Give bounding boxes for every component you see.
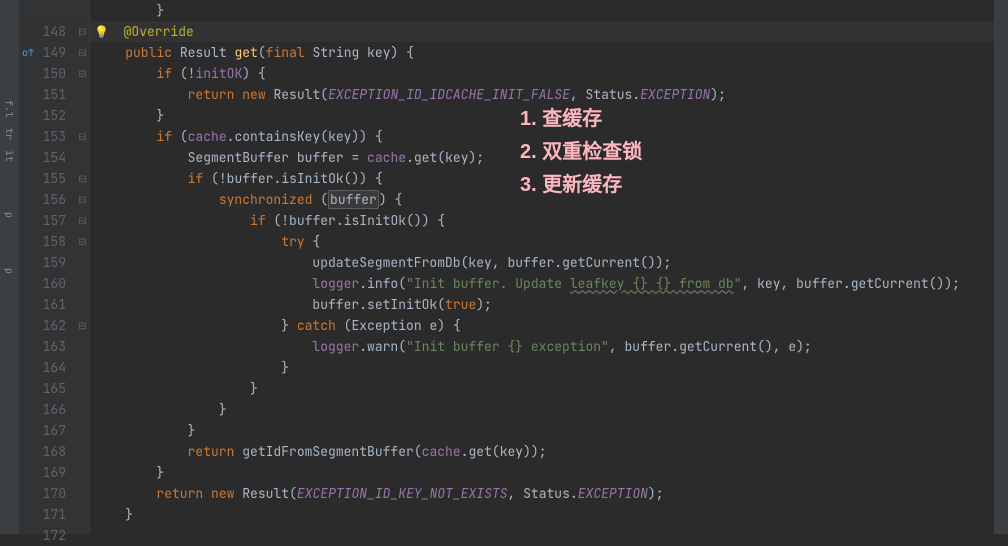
fold-toggle-icon[interactable]: ⊟ [76,168,89,189]
line-number: 163 [20,336,76,357]
fold-toggle-icon[interactable]: ⊟ [76,63,89,84]
code-line[interactable]: } [90,0,994,21]
line-number: 171 [20,504,76,525]
line-number: 152 [20,105,76,126]
code-line[interactable]: buffer.setInitOk(true); [90,294,994,315]
code-line[interactable]: } [90,378,994,399]
line-number: 161 [20,294,76,315]
fold-toggle-icon[interactable]: ⊟ [76,126,89,147]
line-number: 148 [20,21,76,42]
line-number: 172 [20,525,76,546]
line-number: 166 [20,399,76,420]
code-line[interactable]: return new Result(EXCEPTION_ID_IDCACHE_I… [90,84,994,105]
left-tool-dock[interactable]: f.l tr it p p [0,0,20,534]
line-number [20,0,76,21]
fold-toggle-icon[interactable]: ⊟ [76,315,89,336]
line-number: 165 [20,378,76,399]
line-number: 151 [20,84,76,105]
scrollbar[interactable] [994,0,1008,534]
line-number: 164 [20,357,76,378]
code-line[interactable]: } [90,357,994,378]
line-number: 154 [20,147,76,168]
fold-gutter[interactable]: ⊟ ⊟ ⊟ ⊟ ⊟ ⊟ ⊟ ⊟ ⊟ [76,0,90,534]
line-number: 162 [20,315,76,336]
code-line[interactable] [90,525,994,534]
code-line[interactable]: return new Result(EXCEPTION_ID_KEY_NOT_E… [90,483,994,504]
code-line[interactable]: if (!initOK) { [90,63,994,84]
fold-toggle-icon[interactable]: ⊟ [76,231,89,252]
fold-toggle-icon[interactable]: ⊟ [76,210,89,231]
code-line[interactable]: } [90,399,994,420]
dock-label[interactable]: f.l [0,100,20,118]
fold-toggle-icon[interactable]: ⊟ [76,21,89,42]
code-line[interactable]: public Result get(final String key) { [90,42,994,63]
line-number: 169 [20,462,76,483]
code-line[interactable]: logger.warn("Init buffer {} exception", … [90,336,994,357]
line-number: 168 [20,441,76,462]
code-area[interactable]: } 💡 @Override public Result get(final St… [90,0,994,534]
code-line[interactable]: } [90,504,994,525]
code-line[interactable]: SegmentBuffer buffer = cache.get(key); [90,147,994,168]
dock-label[interactable]: tr [0,128,20,140]
line-number: 157 [20,210,76,231]
line-number: 167 [20,420,76,441]
intention-bulb-icon[interactable]: 💡 [94,22,108,43]
line-number: 170 [20,483,76,504]
dock-label[interactable]: p [0,212,20,218]
override-icon[interactable]: o↑ [22,42,34,63]
code-line[interactable]: synchronized (buffer) { [90,189,994,210]
code-line[interactable]: } [90,105,994,126]
line-number: 155 [20,168,76,189]
line-number: o↑149 [20,42,76,63]
line-number: 160 [20,273,76,294]
dock-label[interactable]: p [0,268,20,274]
code-editor: f.l tr it p p 148 o↑149 150 151 152 153 … [0,0,1008,534]
fold-toggle-icon[interactable]: ⊟ [76,42,89,63]
code-line[interactable]: return getIdFromSegmentBuffer(cache.get(… [90,441,994,462]
line-number: 150 [20,63,76,84]
line-number-gutter[interactable]: 148 o↑149 150 151 152 153 154 155 156 15… [20,0,76,534]
dock-label[interactable]: it [0,150,20,162]
code-line[interactable]: if (!buffer.isInitOk()) { [90,168,994,189]
line-number: 153 [20,126,76,147]
code-line[interactable]: } [90,420,994,441]
code-line[interactable]: updateSegmentFromDb(key, buffer.getCurre… [90,252,994,273]
code-line[interactable]: } [90,462,994,483]
fold-toggle-icon[interactable]: ⊟ [76,189,89,210]
code-line[interactable]: if (!buffer.isInitOk()) { [90,210,994,231]
code-line[interactable]: if (cache.containsKey(key)) { [90,126,994,147]
highlighted-identifier: buffer [328,190,379,209]
code-line[interactable]: 💡 @Override [90,21,994,42]
line-number: 158 [20,231,76,252]
line-number: 156 [20,189,76,210]
line-number: 159 [20,252,76,273]
code-line[interactable]: } catch (Exception e) { [90,315,994,336]
code-line[interactable]: try { [90,231,994,252]
code-line[interactable]: logger.info("Init buffer. Update leafkey… [90,273,994,294]
